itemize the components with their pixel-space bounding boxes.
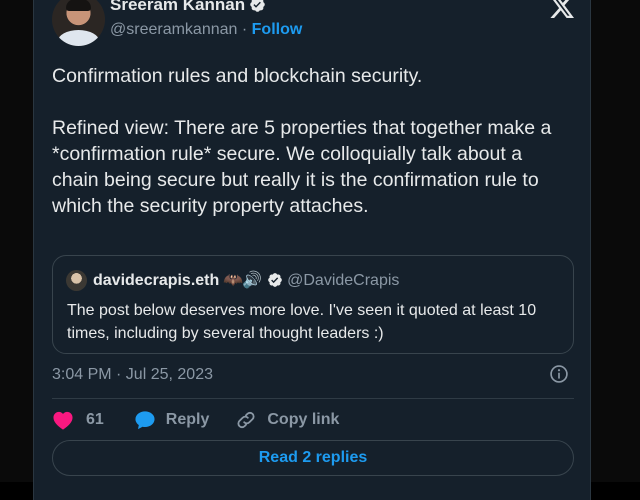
verified-badge-icon	[250, 0, 265, 12]
quoted-tweet[interactable]: davidecrapis.eth 🦇🔊 @DavideCrapis The pos…	[52, 255, 574, 354]
quoted-author-handle: @DavideCrapis	[287, 272, 400, 289]
reply-label: Reply	[165, 411, 210, 428]
verified-badge-icon	[268, 273, 282, 287]
quoted-author-emoji: 🦇🔊	[223, 272, 262, 289]
copy-link-label: Copy link	[267, 411, 340, 428]
tweet-paragraph: Refined view: There are 5 properties tha…	[52, 117, 552, 217]
tweet-timestamp[interactable]: 3:04 PM · Jul 25, 2023	[52, 365, 213, 385]
like-button[interactable]: 61	[52, 410, 104, 430]
info-icon[interactable]	[549, 364, 569, 384]
divider	[52, 398, 574, 399]
author-name-row[interactable]: Sreeram Kannan	[110, 0, 266, 15]
quoted-author-avatar	[66, 270, 87, 291]
reply-button[interactable]: Reply	[134, 410, 210, 430]
separator-dot: ·	[241, 21, 248, 38]
author-avatar[interactable]	[52, 0, 105, 46]
author-name[interactable]: Sreeram Kannan	[110, 0, 245, 14]
like-count: 61	[86, 411, 104, 428]
action-bar: 61 Reply Copy link	[52, 408, 339, 432]
copy-link-button[interactable]: Copy link	[235, 410, 339, 430]
tweet-paragraph: Confirmation rules and blockchain securi…	[52, 65, 423, 87]
quoted-tweet-text: The post below deserves more love. I've …	[67, 302, 537, 342]
quoted-author-row: davidecrapis.eth 🦇🔊 @DavideCrapis	[93, 271, 399, 291]
tweet-text: Confirmation rules and blockchain securi…	[52, 63, 572, 219]
link-icon	[237, 411, 255, 429]
author-handle-line: @sreeramkannan · Follow	[110, 20, 302, 40]
quoted-author-name: davidecrapis.eth	[93, 272, 220, 289]
speech-bubble-icon	[135, 411, 155, 430]
read-replies-button[interactable]: Read 2 replies	[52, 440, 574, 476]
follow-button[interactable]: Follow	[252, 21, 303, 38]
author-handle[interactable]: @sreeramkannan	[110, 21, 237, 38]
x-logo-icon[interactable]	[550, 0, 574, 18]
heart-icon	[53, 411, 73, 430]
tweet-card: Sreeram Kannan @sreeramkannan · Follow C…	[33, 0, 591, 500]
